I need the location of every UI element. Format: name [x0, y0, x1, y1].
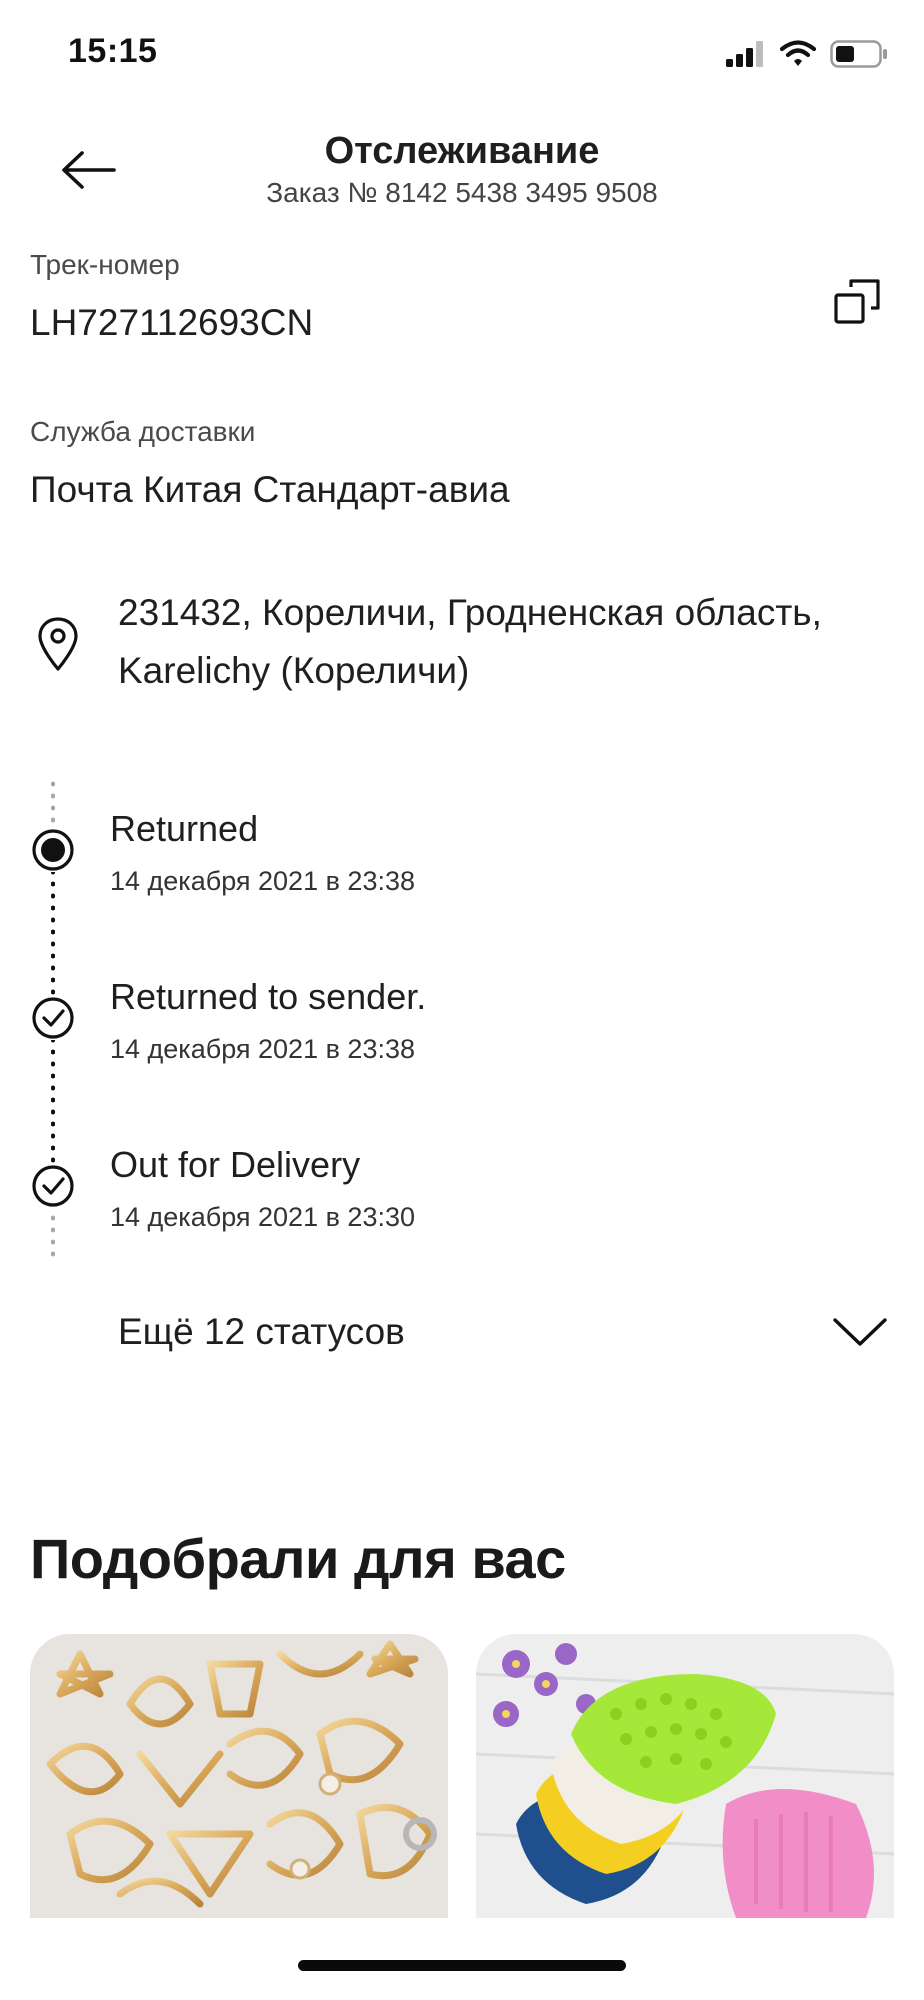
- timeline-check-icon: [31, 1164, 75, 1208]
- timeline-current-icon: [31, 828, 75, 872]
- home-indicator[interactable]: [298, 1960, 626, 1971]
- product-image: [476, 1634, 894, 1918]
- status-bar-icons: [726, 40, 888, 68]
- timeline-status: Out for Delivery: [110, 1144, 361, 1185]
- status-bar-time: 15:15: [68, 32, 158, 70]
- copy-icon: [834, 279, 880, 324]
- signal-icon: [726, 41, 763, 67]
- more-statuses-button[interactable]: Ещё 12 статусов: [118, 1300, 888, 1364]
- chevron-down-icon: [833, 1318, 887, 1346]
- timeline-status: Returned: [110, 808, 259, 849]
- timeline-line-bottom: [51, 1212, 55, 1262]
- page-title: Отслеживание: [324, 130, 600, 172]
- timeline-status: Returned to sender.: [110, 976, 427, 1017]
- product-card-hair-clips[interactable]: [30, 1634, 448, 1918]
- timeline-date: 14 декабря 2021 в 23:38: [110, 866, 416, 896]
- timeline-date: 14 декабря 2021 в 23:30: [110, 1202, 416, 1232]
- more-statuses-label: Ещё 12 статусов: [118, 1311, 405, 1352]
- order-number: Заказ № 8142 5438 3495 9508: [266, 177, 658, 208]
- battery-icon: [830, 40, 887, 68]
- copy-tracking-button[interactable]: [828, 272, 888, 332]
- address-line-1: 231432, Кореличи, Гродненская область,: [118, 592, 822, 633]
- timeline-date: 14 декабря 2021 в 23:38: [110, 1034, 416, 1064]
- timeline-check-icon: [31, 996, 75, 1040]
- product-image: [30, 1634, 448, 1918]
- delivery-service-value: Почта Китая Стандарт-авиа: [30, 469, 510, 510]
- product-card-scalp-brush[interactable]: [476, 1634, 894, 1918]
- tracking-number-value: LH727112693CN: [30, 302, 314, 343]
- wifi-icon: [780, 40, 816, 66]
- tracking-number-label: Трек-номер: [30, 249, 180, 280]
- delivery-address: 231432, Кореличи, Гродненская область, K…: [118, 584, 898, 700]
- recommendations-title: Подобрали для вас: [30, 1527, 566, 1590]
- address-line-2: Karelichy (Кореличи): [118, 650, 470, 691]
- location-pin-icon: [38, 617, 78, 671]
- timeline-line-top: [51, 778, 55, 830]
- delivery-service-label: Служба доставки: [30, 416, 256, 447]
